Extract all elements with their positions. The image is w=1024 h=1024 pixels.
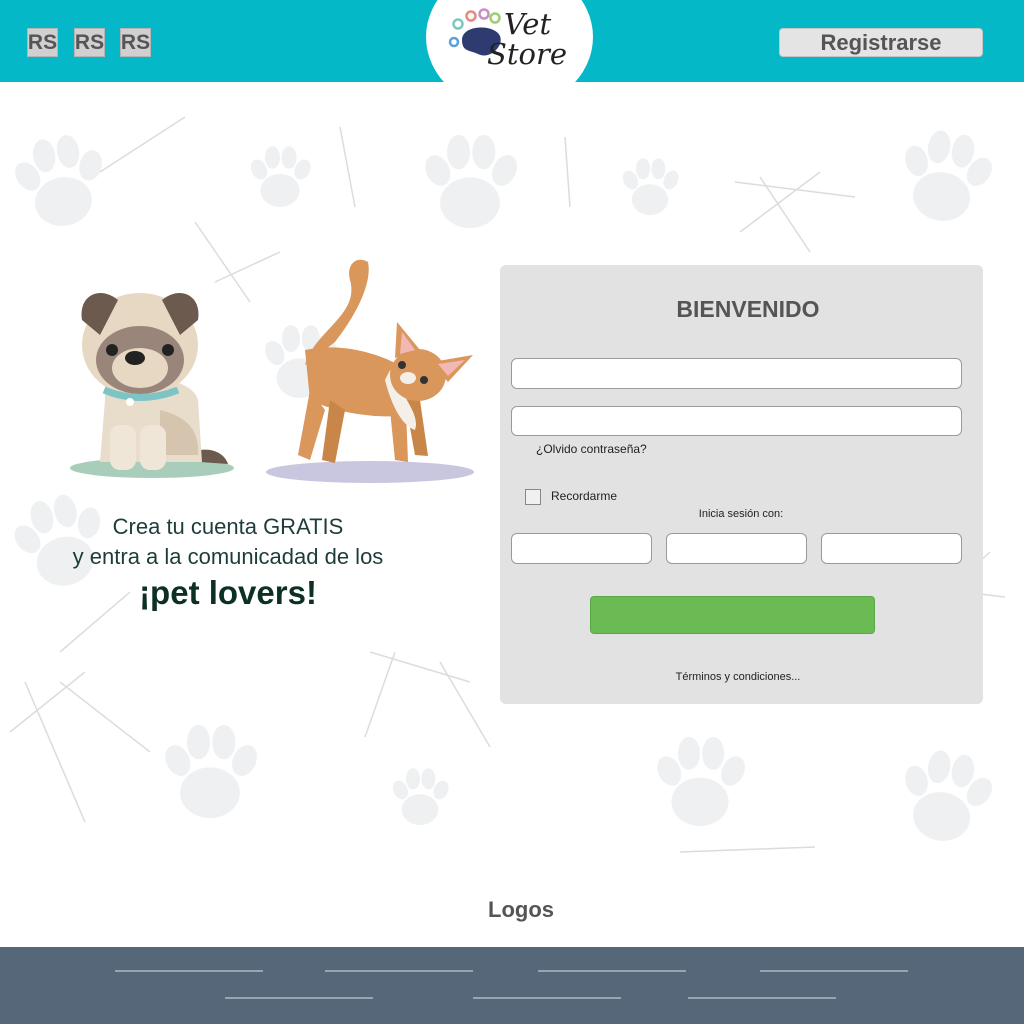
promo-line-2: y entra a la comunicadad de los	[72, 544, 384, 569]
remember-me-checkbox[interactable]	[525, 489, 541, 505]
footer-link-3[interactable]	[538, 970, 686, 972]
login-submit-button[interactable]	[590, 596, 875, 634]
social-icon-2[interactable]: RS	[74, 28, 105, 57]
social-login-button-3[interactable]	[821, 533, 962, 564]
password-input[interactable]	[511, 406, 962, 436]
footer-link-4[interactable]	[760, 970, 908, 972]
forgot-password-link[interactable]: ¿Olvido contraseña?	[536, 442, 647, 456]
promo-headline: ¡pet lovers!	[139, 574, 317, 611]
social-icon-3[interactable]: RS	[120, 28, 151, 57]
social-login-button-1[interactable]	[511, 533, 652, 564]
brand-name-vet: Vet	[504, 7, 552, 41]
footer-link-1[interactable]	[115, 970, 263, 972]
footer-link-2[interactable]	[325, 970, 473, 972]
brand-name-store: Store	[487, 37, 568, 71]
login-card	[500, 265, 983, 704]
username-input[interactable]	[511, 358, 962, 389]
register-button[interactable]: Registrarse	[779, 28, 983, 57]
pets-illustration	[70, 259, 474, 483]
cat-illustration	[266, 259, 474, 483]
footer-link-6[interactable]	[473, 997, 621, 999]
footer-link-7[interactable]	[688, 997, 836, 999]
social-login-button-2[interactable]	[666, 533, 807, 564]
social-icon-1[interactable]: RS	[27, 28, 58, 57]
social-login-label: Inicia sesión con:	[698, 508, 784, 520]
logos-label: Logos	[488, 897, 554, 922]
pug-illustration	[70, 292, 234, 478]
login-title: BIENVENIDO	[676, 296, 820, 322]
terms-link[interactable]: Términos y condiciones...	[600, 671, 876, 683]
footer	[0, 947, 1024, 1024]
promo-line-1: Crea tu cuenta GRATIS	[112, 514, 344, 539]
remember-me-label: Recordarme	[551, 489, 618, 503]
footer-link-5[interactable]	[225, 997, 373, 999]
